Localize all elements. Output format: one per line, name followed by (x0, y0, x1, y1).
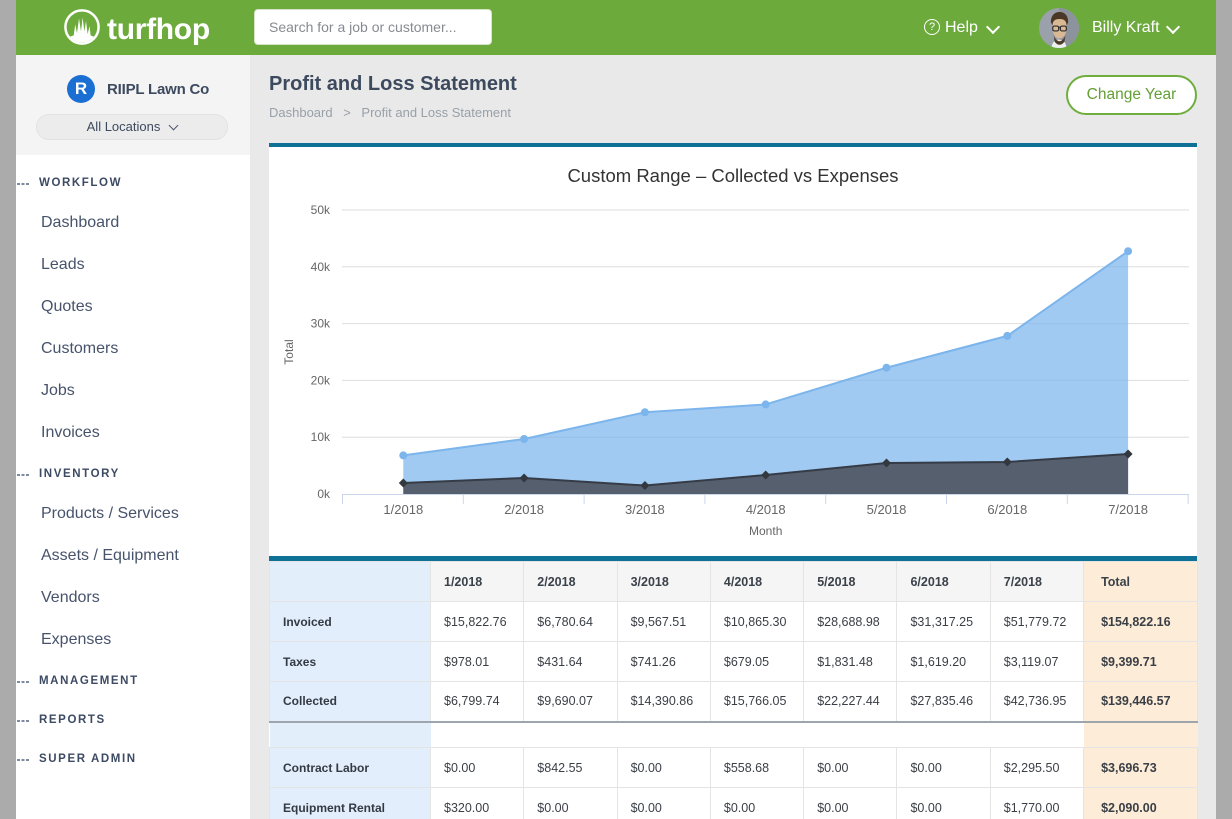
svg-text:1/2018: 1/2018 (383, 502, 423, 517)
svg-text:40k: 40k (311, 260, 331, 274)
svg-text:Month: Month (749, 524, 782, 538)
svg-text:50k: 50k (311, 203, 331, 217)
svg-text:Total: Total (282, 339, 296, 364)
svg-text:Custom Range – Collected vs Ex: Custom Range – Collected vs Expenses (567, 165, 898, 186)
svg-text:0k: 0k (317, 487, 331, 501)
svg-text:3/2018: 3/2018 (625, 502, 665, 517)
svg-text:4/2018: 4/2018 (746, 502, 786, 517)
svg-text:6/2018: 6/2018 (987, 502, 1027, 517)
svg-text:2/2018: 2/2018 (504, 502, 544, 517)
svg-text:20k: 20k (311, 373, 331, 387)
svg-text:7/2018: 7/2018 (1108, 502, 1148, 517)
svg-text:5/2018: 5/2018 (867, 502, 907, 517)
svg-text:30k: 30k (311, 317, 331, 331)
svg-text:10k: 10k (311, 430, 331, 444)
